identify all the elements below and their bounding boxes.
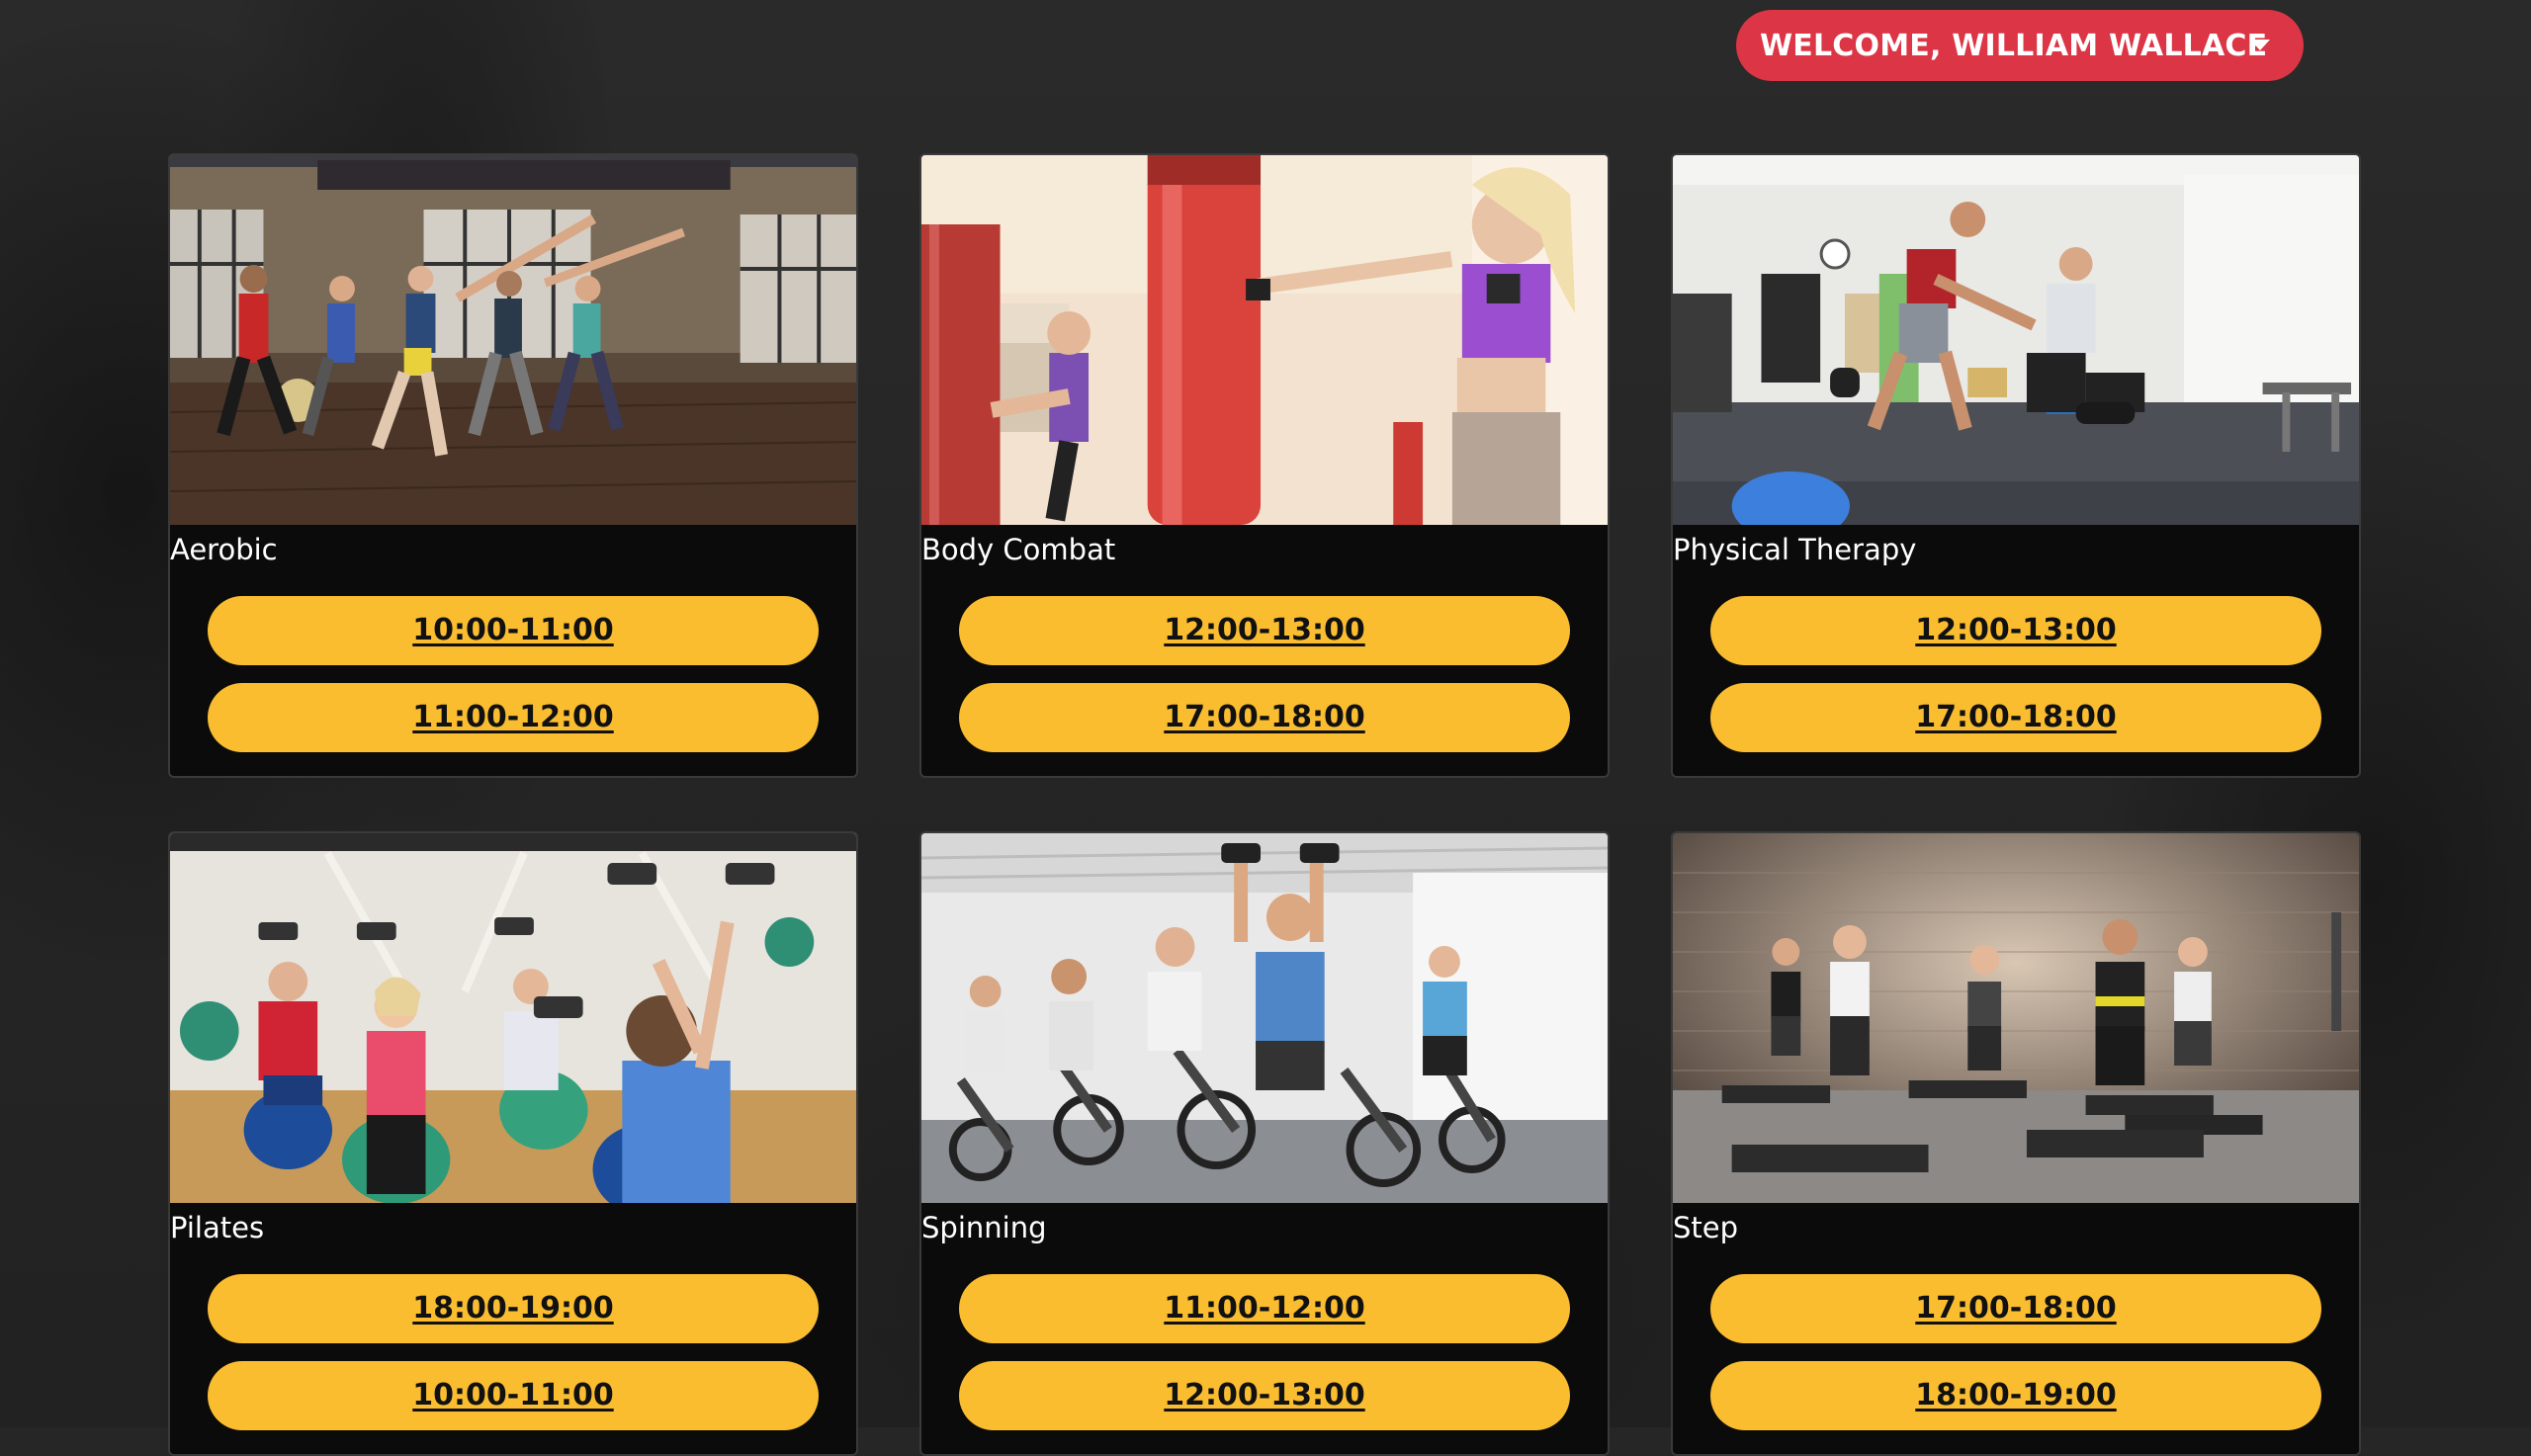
time-slot-list: 12:00-13:00 17:00-18:00 <box>921 566 1608 752</box>
time-slot-button[interactable]: 12:00-13:00 <box>959 1361 1570 1430</box>
user-menu-button[interactable]: WELCOME, WILLIAM WALLACE <box>1736 10 2304 81</box>
time-slot-button[interactable]: 10:00-11:00 <box>208 1361 819 1430</box>
time-slot-button[interactable]: 17:00-18:00 <box>959 683 1570 752</box>
time-slot-button[interactable]: 11:00-12:00 <box>208 683 819 752</box>
pilates-class-photo <box>170 833 856 1203</box>
time-slot-button[interactable]: 11:00-12:00 <box>959 1274 1570 1343</box>
step-class-photo <box>1673 833 2359 1203</box>
time-slot-list: 12:00-13:00 17:00-18:00 <box>1673 566 2359 752</box>
time-slot-list: 11:00-12:00 12:00-13:00 <box>921 1244 1608 1430</box>
time-slot-button[interactable]: 12:00-13:00 <box>1710 596 2321 665</box>
body-combat-class-photo <box>921 155 1608 525</box>
chevron-down-icon <box>2250 40 2270 50</box>
class-title: Step <box>1673 1211 1739 1244</box>
physical-therapy-class-photo <box>1673 155 2359 525</box>
time-slot-button[interactable]: 17:00-18:00 <box>1710 1274 2321 1343</box>
class-card-body-combat: Body Combat 12:00-13:00 17:00-18:00 <box>919 153 1610 778</box>
time-slot-list: 18:00-19:00 10:00-11:00 <box>170 1244 856 1430</box>
class-title: Aerobic <box>170 533 278 566</box>
time-slot-button[interactable]: 18:00-19:00 <box>208 1274 819 1343</box>
class-title: Pilates <box>170 1211 265 1244</box>
time-slot-button[interactable]: 18:00-19:00 <box>1710 1361 2321 1430</box>
time-slot-button[interactable]: 10:00-11:00 <box>208 596 819 665</box>
class-card-spinning: Spinning 11:00-12:00 12:00-13:00 <box>919 831 1610 1456</box>
class-card-aerobic: Aerobic 10:00-11:00 11:00-12:00 <box>168 153 858 778</box>
class-grid: Aerobic 10:00-11:00 11:00-12:00 Body Com… <box>168 153 2363 1456</box>
class-card-physical-therapy: Physical Therapy 12:00-13:00 17:00-18:00 <box>1671 153 2361 778</box>
time-slot-button[interactable]: 17:00-18:00 <box>1710 683 2321 752</box>
time-slot-button[interactable]: 12:00-13:00 <box>959 596 1570 665</box>
class-title: Body Combat <box>921 533 1116 566</box>
class-card-pilates: Pilates 18:00-19:00 10:00-11:00 <box>168 831 858 1456</box>
class-card-step: Step 17:00-18:00 18:00-19:00 <box>1671 831 2361 1456</box>
time-slot-list: 17:00-18:00 18:00-19:00 <box>1673 1244 2359 1430</box>
spinning-class-photo <box>921 833 1608 1203</box>
class-title: Spinning <box>921 1211 1047 1244</box>
class-title: Physical Therapy <box>1673 533 1917 566</box>
time-slot-list: 10:00-11:00 11:00-12:00 <box>170 566 856 752</box>
aerobic-class-photo <box>170 155 856 525</box>
welcome-label: WELCOME, WILLIAM WALLACE <box>1760 28 2268 63</box>
